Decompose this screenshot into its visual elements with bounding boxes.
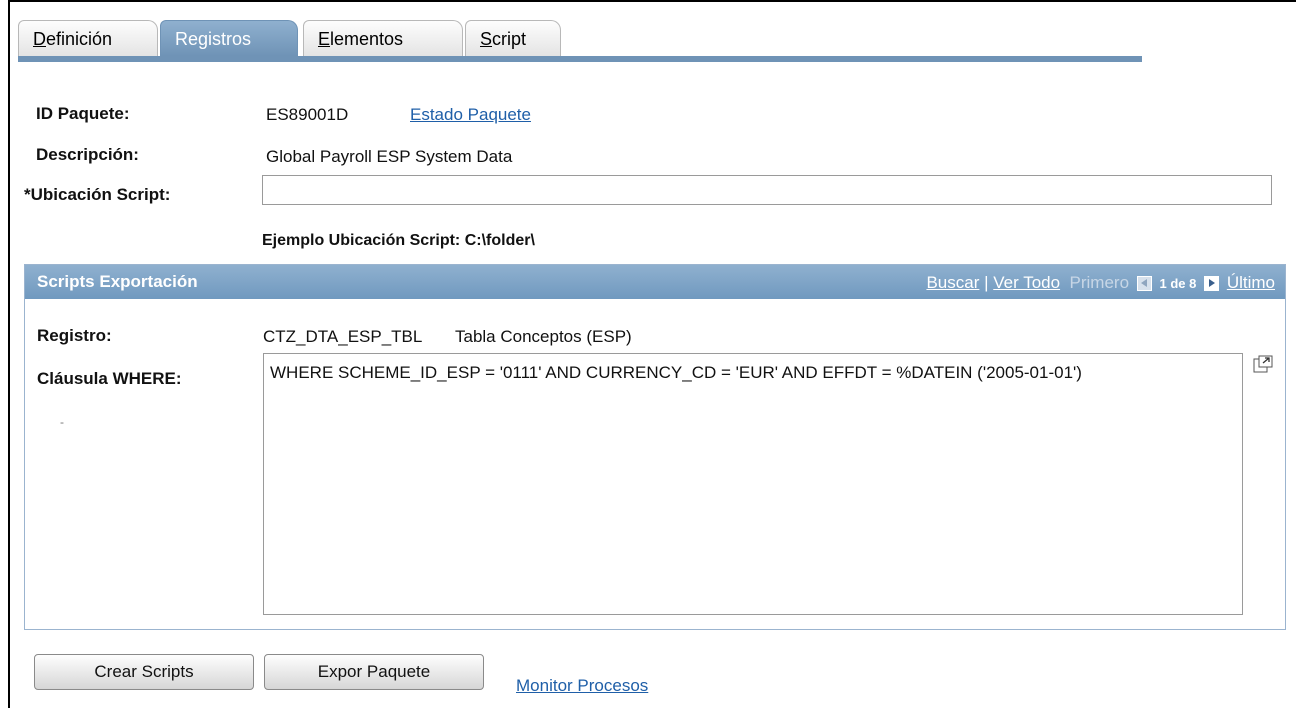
export-package-button[interactable]: Expor Paquete	[264, 654, 484, 690]
grid-navigation: Buscar | Ver Todo Primero 1 de 8 Último	[926, 273, 1275, 293]
tab-script-accesskey: S	[480, 29, 493, 49]
arrow-left-icon	[1136, 276, 1152, 292]
tab-definicion-label: efinición	[46, 29, 113, 49]
record-value: CTZ_DTA_ESP_TBL	[263, 327, 423, 346]
package-status-link[interactable]: Estado Paquete	[410, 105, 531, 125]
tab-elementos-accesskey: E	[318, 29, 331, 49]
script-location-example: Ejemplo Ubicación Script: C:\folder\	[262, 232, 535, 249]
tab-registros[interactable]: Registros	[160, 20, 298, 56]
tab-definicion-accesskey: D	[33, 29, 46, 49]
dash-mark: -	[60, 415, 64, 429]
find-link[interactable]: Buscar	[926, 273, 979, 292]
description-label: Descripción:	[36, 145, 139, 164]
process-monitor-link[interactable]: Monitor Procesos	[516, 676, 648, 696]
frame-left-border	[8, 0, 10, 708]
nav-separator: |	[984, 273, 989, 292]
script-location-input[interactable]	[262, 175, 1272, 205]
last-link[interactable]: Último	[1227, 273, 1275, 292]
create-scripts-button[interactable]: Crear Scripts	[34, 654, 254, 690]
export-scripts-section: Scripts Exportación Buscar | Ver Todo Pr…	[24, 264, 1286, 630]
view-all-link[interactable]: Ver Todo	[993, 273, 1060, 292]
where-clause-textarea[interactable]: WHERE SCHEME_ID_ESP = '0111' AND CURRENC…	[263, 353, 1243, 615]
tab-elementos[interactable]: Elementos	[303, 20, 463, 56]
description-value: Global Payroll ESP System Data	[266, 147, 513, 166]
tab-script[interactable]: Script	[465, 20, 561, 56]
export-scripts-header: Scripts Exportación Buscar | Ver Todo Pr…	[25, 265, 1285, 299]
expand-window-icon[interactable]	[1253, 355, 1273, 373]
tab-definicion[interactable]: Definición	[18, 20, 158, 56]
export-scripts-title: Scripts Exportación	[37, 272, 198, 291]
first-label: Primero	[1069, 273, 1130, 292]
package-id-value: ES89001D	[266, 105, 349, 124]
row-count: 1 de 8	[1159, 276, 1197, 291]
tab-elementos-label: lementos	[330, 29, 404, 49]
tab-bar: Definición Registros Elementos Script	[18, 20, 1142, 62]
script-location-label: *Ubicación Script:	[24, 185, 171, 204]
record-label: Registro:	[37, 326, 112, 345]
where-clause-label: Cláusula WHERE:	[37, 369, 182, 388]
package-id-label: ID Paquete:	[36, 104, 130, 123]
record-description: Tabla Conceptos (ESP)	[455, 327, 632, 346]
arrow-right-icon[interactable]	[1204, 276, 1220, 292]
tab-registros-label: Registros	[175, 29, 252, 49]
tab-script-label: cript	[492, 29, 527, 49]
tab-underline-bar	[18, 56, 1142, 62]
frame-top-border	[8, 0, 1296, 2]
